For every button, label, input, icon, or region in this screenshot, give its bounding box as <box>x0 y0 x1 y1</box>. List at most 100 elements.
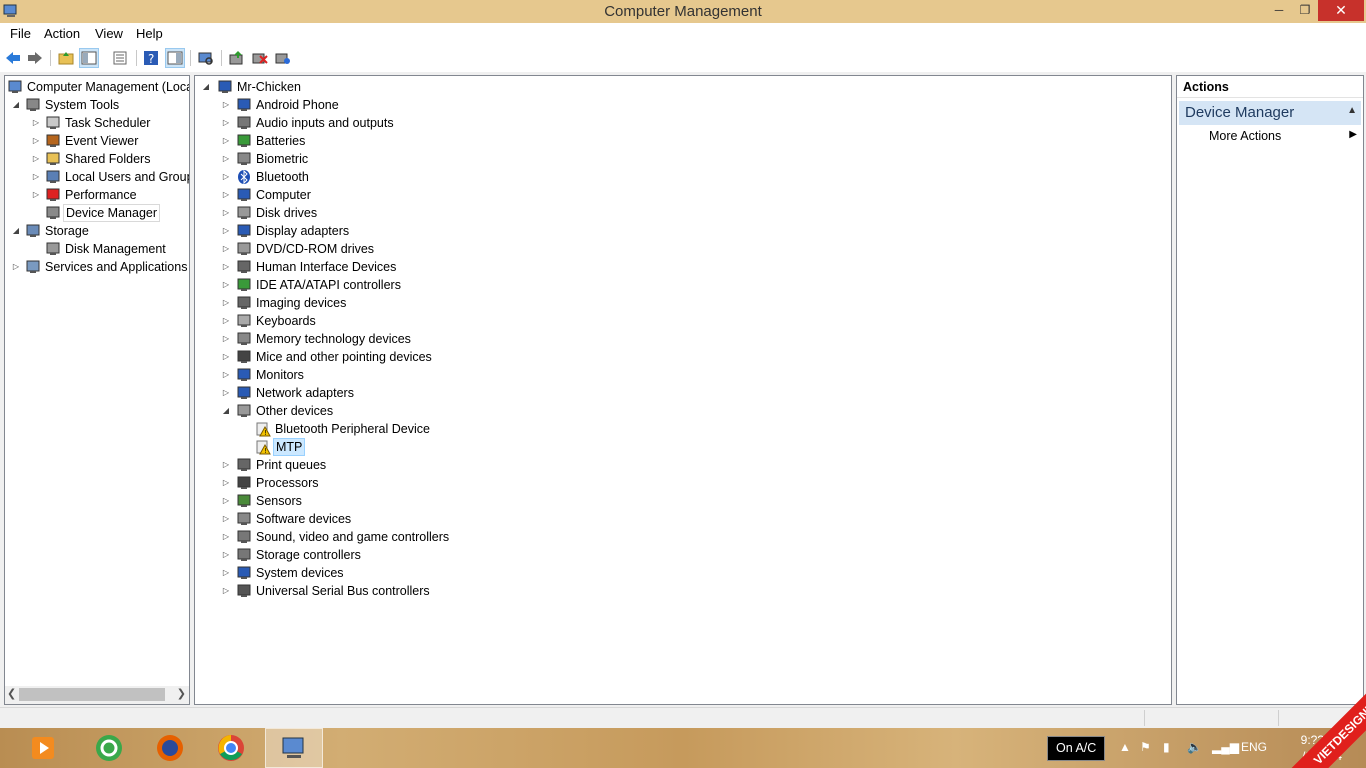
forward-icon[interactable] <box>25 48 45 68</box>
properties-icon[interactable] <box>110 48 130 68</box>
console-tree-item[interactable]: ▷ Event Viewer <box>5 132 189 150</box>
power-icon[interactable]: ▮ <box>1163 740 1170 754</box>
console-tree-item[interactable]: ▷ Task Scheduler <box>5 114 189 132</box>
device-category[interactable]: ▷ Computer <box>195 186 1165 204</box>
device-category[interactable]: ▷ Keyboards <box>195 312 1165 330</box>
collapsed-arrow-icon[interactable]: ▷ <box>221 492 231 510</box>
device-category[interactable]: ▷ Batteries <box>195 132 1165 150</box>
collapsed-arrow-icon[interactable]: ▷ <box>221 240 231 258</box>
show-hide-console-tree-icon[interactable] <box>79 48 99 68</box>
scroll-right-icon[interactable]: ❯ <box>177 687 186 700</box>
collapsed-arrow-icon[interactable]: ▷ <box>221 96 231 114</box>
device-category[interactable]: ▷ Sensors <box>195 492 1165 510</box>
console-tree-item[interactable]: ▷ Performance <box>5 186 189 204</box>
collapsed-arrow-icon[interactable]: ▷ <box>31 168 41 186</box>
menu-action[interactable]: Action <box>44 26 80 41</box>
console-tree-item[interactable]: ◢ System Tools <box>5 96 189 114</box>
menu-file[interactable]: File <box>10 26 31 41</box>
collapsed-arrow-icon[interactable]: ▷ <box>221 276 231 294</box>
device-category[interactable]: ◢ Other devices <box>195 402 1165 420</box>
expanded-arrow-icon[interactable]: ◢ <box>201 78 211 96</box>
device-category[interactable]: ▷ Processors <box>195 474 1165 492</box>
device-item[interactable]: ! Bluetooth Peripheral Device <box>195 420 1165 438</box>
app-green-icon[interactable] <box>80 728 138 768</box>
collapsed-arrow-icon[interactable]: ▷ <box>221 564 231 582</box>
expanded-arrow-icon[interactable]: ◢ <box>11 222 21 240</box>
volume-icon[interactable]: 🔈 <box>1187 740 1202 754</box>
close-button[interactable]: ✕ <box>1318 0 1364 21</box>
menu-help[interactable]: Help <box>136 26 163 41</box>
device-category[interactable]: ▷ Display adapters <box>195 222 1165 240</box>
firefox-icon[interactable] <box>141 728 199 768</box>
console-tree[interactable]: Computer Management (Local ◢ System Tools ▷… <box>4 75 190 705</box>
collapsed-arrow-icon[interactable]: ▷ <box>221 204 231 222</box>
collapsed-arrow-icon[interactable]: ▷ <box>31 150 41 168</box>
back-icon[interactable] <box>3 48 23 68</box>
device-category[interactable]: ▷ Biometric <box>195 150 1165 168</box>
help-icon[interactable]: ? <box>141 48 161 68</box>
device-category[interactable]: ▷ Human Interface Devices <box>195 258 1165 276</box>
collapse-up-icon[interactable]: ▲ <box>1347 105 1357 116</box>
device-category[interactable]: ▷ Network adapters <box>195 384 1165 402</box>
device-category[interactable]: ▷ Memory technology devices <box>195 330 1165 348</box>
collapsed-arrow-icon[interactable]: ▷ <box>221 348 231 366</box>
chrome-icon[interactable] <box>202 728 260 768</box>
console-tree-item[interactable]: ▷ Shared Folders <box>5 150 189 168</box>
submenu-arrow-icon[interactable]: ▶ <box>1349 129 1357 140</box>
collapsed-arrow-icon[interactable]: ▷ <box>31 114 41 132</box>
device-category[interactable]: ▷ Sound, video and game controllers <box>195 528 1165 546</box>
device-category[interactable]: ▷ Storage controllers <box>195 546 1165 564</box>
collapsed-arrow-icon[interactable]: ▷ <box>221 546 231 564</box>
device-category[interactable]: ▷ Monitors <box>195 366 1165 384</box>
device-category[interactable]: ▷ Audio inputs and outputs <box>195 114 1165 132</box>
device-category[interactable]: ▷ Android Phone <box>195 96 1165 114</box>
device-category[interactable]: ▷ System devices <box>195 564 1165 582</box>
more-actions-item[interactable]: More Actions <box>1209 129 1281 143</box>
actions-section-device-manager[interactable]: Device Manager ▲ <box>1179 101 1361 125</box>
collapsed-arrow-icon[interactable]: ▷ <box>221 294 231 312</box>
show-hidden-icons-icon[interactable]: ▲ <box>1119 740 1131 754</box>
device-category[interactable]: ▷ Imaging devices <box>195 294 1165 312</box>
collapsed-arrow-icon[interactable]: ▷ <box>221 114 231 132</box>
collapsed-arrow-icon[interactable]: ▷ <box>221 186 231 204</box>
action-center-flag-icon[interactable]: ⚑ <box>1140 740 1151 754</box>
update-driver-icon[interactable] <box>227 48 247 68</box>
console-tree-item[interactable]: ◢ Storage <box>5 222 189 240</box>
collapsed-arrow-icon[interactable]: ▷ <box>31 186 41 204</box>
device-category[interactable]: ▷ IDE ATA/ATAPI controllers <box>195 276 1165 294</box>
collapsed-arrow-icon[interactable]: ▷ <box>221 312 231 330</box>
collapsed-arrow-icon[interactable]: ▷ <box>221 150 231 168</box>
collapsed-arrow-icon[interactable]: ▷ <box>221 168 231 186</box>
collapsed-arrow-icon[interactable]: ▷ <box>221 528 231 546</box>
clock[interactable]: 9:??AM /1/2014 <box>1300 732 1342 764</box>
horizontal-scrollbar[interactable]: ❮ ❯ <box>5 686 189 704</box>
device-category[interactable]: ▷ Mice and other pointing devices <box>195 348 1165 366</box>
media-player-icon[interactable] <box>14 728 72 768</box>
console-tree-item[interactable]: Disk Management <box>5 240 189 258</box>
collapsed-arrow-icon[interactable]: ▷ <box>221 510 231 528</box>
collapsed-arrow-icon[interactable]: ▷ <box>221 366 231 384</box>
device-category[interactable]: ▷ Disk drives <box>195 204 1165 222</box>
collapsed-arrow-icon[interactable]: ▷ <box>221 330 231 348</box>
console-tree-item[interactable]: ▷ Local Users and Groups <box>5 168 189 186</box>
collapsed-arrow-icon[interactable]: ▷ <box>221 474 231 492</box>
scan-hardware-icon[interactable] <box>196 48 216 68</box>
device-category[interactable]: ▷ DVD/CD-ROM drives <box>195 240 1165 258</box>
collapsed-arrow-icon[interactable]: ▷ <box>11 258 21 276</box>
taskbar-computer-management-icon[interactable] <box>265 728 323 768</box>
collapsed-arrow-icon[interactable]: ▷ <box>221 222 231 240</box>
device-category[interactable]: ▷ Universal Serial Bus controllers <box>195 582 1165 600</box>
device-tree[interactable]: ◢ Mr-Chicken ▷ Android Phone ▷ Audio inputs a… <box>194 75 1172 705</box>
device-tree-root[interactable]: ◢ Mr-Chicken <box>195 78 1165 96</box>
console-tree-item[interactable]: ▷ Services and Applications <box>5 258 189 276</box>
restore-button[interactable]: ❐ <box>1292 0 1318 21</box>
collapsed-arrow-icon[interactable]: ▷ <box>31 132 41 150</box>
console-tree-item[interactable]: Computer Management (Local <box>5 78 189 96</box>
uninstall-device-icon[interactable] <box>273 48 293 68</box>
collapsed-arrow-icon[interactable]: ▷ <box>221 384 231 402</box>
menu-view[interactable]: View <box>95 26 123 41</box>
language-indicator[interactable]: ENG <box>1241 740 1267 754</box>
show-action-pane-icon[interactable] <box>165 48 185 68</box>
device-category[interactable]: ▷ Bluetooth <box>195 168 1165 186</box>
collapsed-arrow-icon[interactable]: ▷ <box>221 132 231 150</box>
